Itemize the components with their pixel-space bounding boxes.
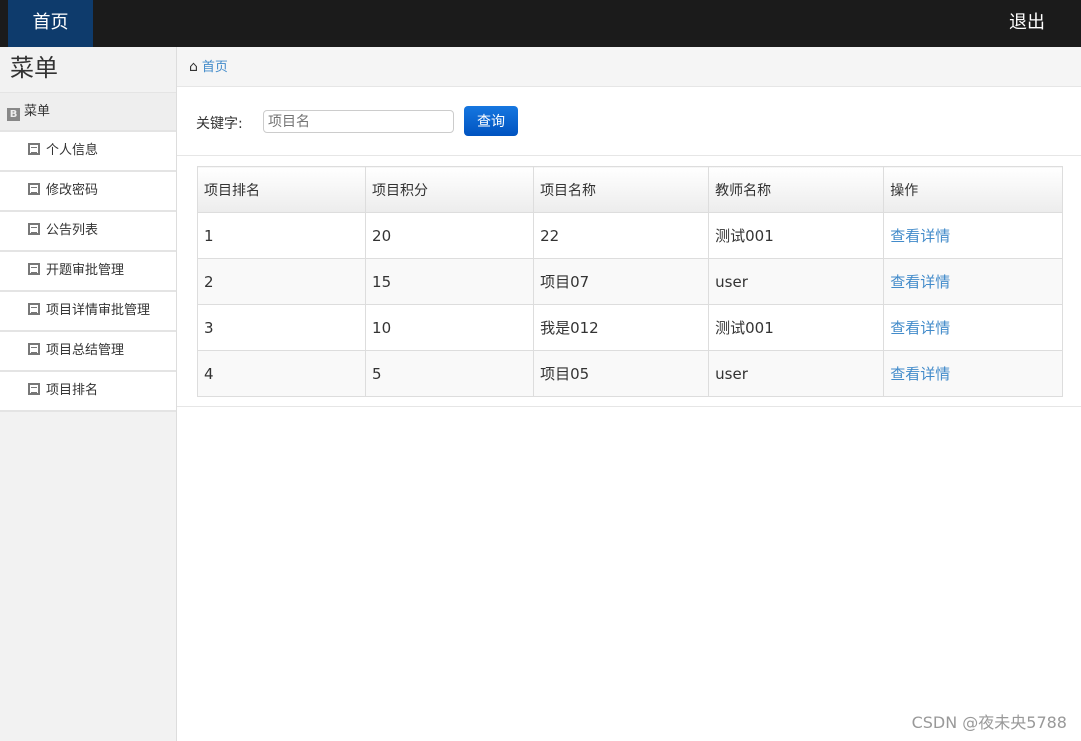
sidebar-item-label: 项目详情审批管理 [46, 303, 151, 318]
table-cell: 我是012 [533, 304, 710, 351]
table-cell: 4 [196, 350, 367, 397]
list-icon [28, 263, 40, 275]
sidebar-item[interactable]: 项目详情审批管理 [0, 292, 176, 332]
search-button[interactable]: 查询 [464, 106, 518, 136]
column-header: 项目排名 [196, 166, 367, 213]
table-cell: 查看详情 [883, 212, 1063, 259]
table-cell: 3 [196, 304, 367, 351]
breadcrumb-home-link[interactable]: 首页 [202, 60, 228, 75]
column-header: 项目积分 [365, 166, 535, 213]
sidebar-item[interactable]: 修改密码 [0, 172, 176, 212]
ranking-table-container: 项目排名 项目积分 项目名称 教师名称 操作 1 20 22 测试001 查看详情 2 15 项目07… [177, 156, 1081, 407]
table-cell: 15 [365, 258, 535, 305]
menu-section-icon: B [7, 108, 20, 121]
table-cell: 查看详情 [883, 258, 1063, 305]
sidebar-section-label: 菜单 [24, 104, 51, 119]
sidebar-section-header[interactable]: B 菜单 [0, 93, 176, 132]
table-cell: 项目07 [533, 258, 710, 305]
table-cell: 22 [533, 212, 710, 259]
home-icon: ⌂ [189, 59, 198, 75]
sidebar-item[interactable]: 项目总结管理 [0, 332, 176, 372]
table-cell: 2 [196, 258, 367, 305]
table-row: 4 5 项目05 user 查看详情 [196, 350, 1063, 397]
table-cell: 查看详情 [883, 304, 1063, 351]
list-icon [28, 143, 40, 155]
view-details-link[interactable]: 查看详情 [890, 227, 950, 245]
list-icon [28, 223, 40, 235]
sidebar-item-label: 项目总结管理 [46, 343, 125, 358]
sidebar-item[interactable]: 开题审批管理 [0, 252, 176, 292]
table-row: 3 10 我是012 测试001 查看详情 [196, 304, 1063, 351]
keyword-input[interactable] [263, 110, 454, 133]
table-cell: 查看详情 [883, 350, 1063, 397]
sidebar: 菜单 B 菜单 个人信息修改密码公告列表开题审批管理项目详情审批管理 项目总结管理项… [0, 47, 177, 741]
table-cell: 5 [365, 350, 535, 397]
logout-link[interactable]: 退出 [1009, 0, 1045, 45]
view-details-link[interactable]: 查看详情 [890, 273, 950, 291]
sidebar-item[interactable]: 个人信息 [0, 132, 176, 172]
table-cell: user [708, 350, 885, 397]
table-cell: 1 [196, 212, 367, 259]
table-cell: 测试001 [708, 304, 885, 351]
table-row: 1 20 22 测试001 查看详情 [196, 212, 1063, 259]
keyword-label: 关键字: [196, 116, 243, 132]
view-details-link[interactable]: 查看详情 [890, 319, 950, 337]
sidebar-item-label: 开题审批管理 [46, 263, 125, 278]
sidebar-item-label: 项目排名 [46, 383, 99, 398]
sidebar-item-label: 公告列表 [46, 223, 99, 238]
table-cell: user [708, 258, 885, 305]
column-header: 项目名称 [533, 166, 710, 213]
sidebar-title: 菜单 [0, 47, 176, 93]
table-cell: 项目05 [533, 350, 710, 397]
table-cell: 测试001 [708, 212, 885, 259]
list-icon [28, 303, 40, 315]
sidebar-item[interactable]: 公告列表 [0, 212, 176, 252]
column-header: 操作 [883, 166, 1063, 213]
table-cell: 10 [365, 304, 535, 351]
sidebar-item-label: 修改密码 [46, 183, 99, 198]
table-row: 2 15 项目07 user 查看详情 [196, 258, 1063, 305]
table-cell: 20 [365, 212, 535, 259]
search-bar: 关键字: 查询 [177, 88, 1081, 156]
ranking-table: 项目排名 项目积分 项目名称 教师名称 操作 1 20 22 测试001 查看详情 2 15 项目07… [196, 166, 1063, 397]
sidebar-item-label: 个人信息 [46, 143, 99, 158]
list-icon [28, 183, 40, 195]
column-header: 教师名称 [708, 166, 885, 213]
top-navbar: 首页 退出 [0, 0, 1081, 47]
watermark: CSDN @夜未央5788 [911, 713, 1067, 732]
view-details-link[interactable]: 查看详情 [890, 365, 950, 383]
sidebar-item[interactable]: 项目排名 [0, 372, 176, 412]
list-icon [28, 343, 40, 355]
breadcrumb: ⌂ 首页 [177, 47, 1081, 87]
list-icon [28, 383, 40, 395]
home-nav-link[interactable]: 首页 [8, 0, 93, 47]
